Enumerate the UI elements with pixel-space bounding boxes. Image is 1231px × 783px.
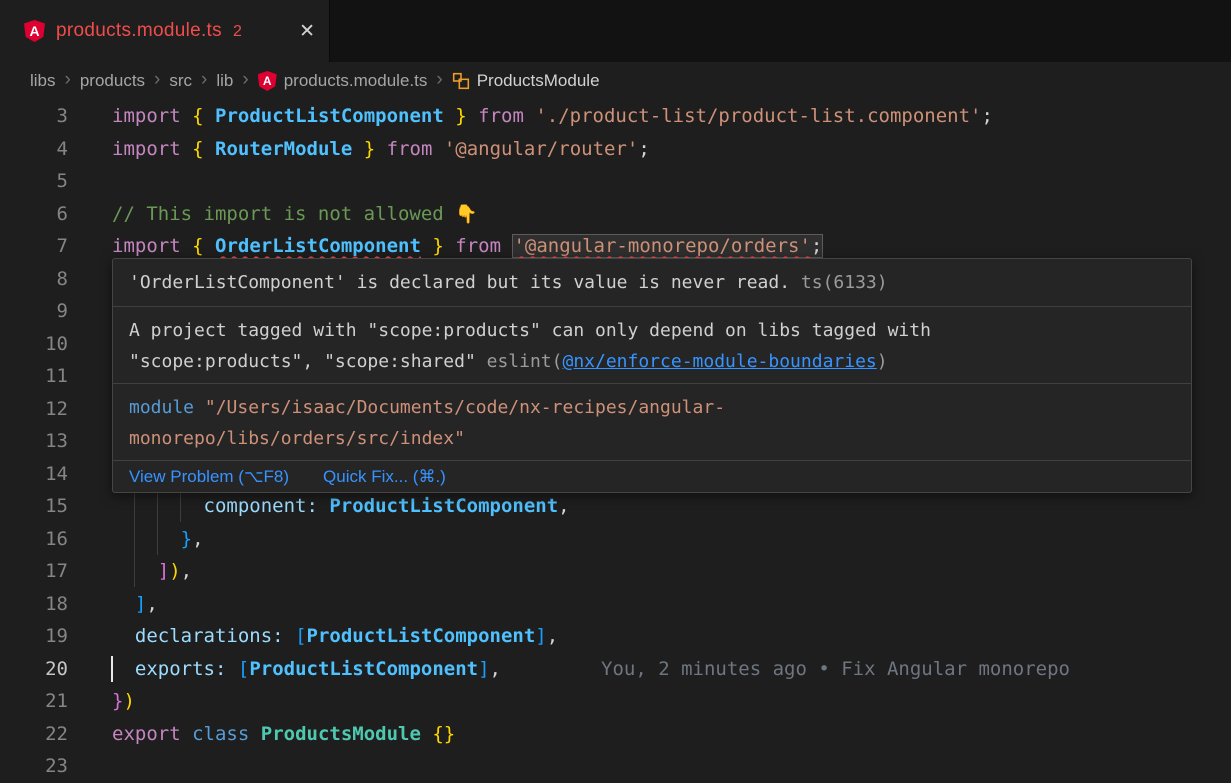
code-line-19: 19 declarations: [ProductListComponent],	[0, 620, 1231, 653]
hover-text: )	[877, 351, 888, 372]
code-text[interactable]: import { RouterModule } from '@angular/r…	[112, 133, 1231, 166]
code-line-16: 16 },	[0, 523, 1231, 556]
code-text[interactable]: import { ProductListComponent } from './…	[112, 100, 1231, 133]
angular-icon: A	[258, 71, 277, 91]
line-number: 5	[0, 165, 68, 198]
line-number: 14	[0, 458, 68, 491]
code-line-22: 22 export class ProductsModule {}	[0, 718, 1231, 751]
line-number: 22	[0, 718, 68, 751]
hover-row-eslint-diagnostic: A project tagged with "scope:products" c…	[113, 306, 1191, 383]
code-text[interactable]	[112, 750, 1231, 783]
angular-icon: A	[24, 20, 45, 42]
code-text[interactable]: declarations: [ProductListComponent],	[112, 620, 1231, 653]
class-symbol-icon	[452, 72, 470, 90]
line-number: 21	[0, 685, 68, 718]
code-line-20: 20 exports: [ProductListComponent],You, …	[0, 653, 1231, 686]
breadcrumb-label: products	[80, 71, 145, 91]
line-number: 12	[0, 393, 68, 426]
breadcrumb-separator: ›	[242, 69, 248, 91]
code-text[interactable]: },	[112, 523, 1231, 556]
line-number: 16	[0, 523, 68, 556]
breadcrumb-item-lib[interactable]: lib	[216, 71, 233, 91]
hover-action-quick-fix[interactable]: Quick Fix... (⌘.)	[323, 467, 446, 487]
breadcrumb-separator: ›	[154, 69, 160, 91]
code-text[interactable]	[112, 165, 1231, 198]
code-text[interactable]: exports: [ProductListComponent],You, 2 m…	[112, 653, 1231, 686]
breadcrumb-item-libs[interactable]: libs	[30, 71, 56, 91]
breadcrumb-separator: ›	[436, 69, 442, 91]
code-line-4: 4 import { RouterModule } from '@angular/…	[0, 133, 1231, 166]
line-number: 19	[0, 620, 68, 653]
code-text[interactable]: ],	[112, 588, 1231, 621]
breadcrumb-label: lib	[216, 71, 233, 91]
code-line-3: 3 import { ProductListComponent } from '.…	[0, 100, 1231, 133]
breadcrumb-item-products[interactable]: products	[80, 71, 145, 91]
hover-rows: 'OrderListComponent' is declared but its…	[113, 259, 1191, 460]
hover-text: ts(6133)	[801, 272, 888, 293]
indent-guide	[157, 490, 158, 555]
breadcrumb-label: src	[169, 71, 192, 91]
breadcrumb-label: libs	[30, 71, 56, 91]
code-line-18: 18 ],	[0, 588, 1231, 621]
code-text[interactable]: export class ProductsModule {}	[112, 718, 1231, 751]
code-text[interactable]: component: ProductListComponent,	[112, 490, 1231, 523]
code-line-21: 21})	[0, 685, 1231, 718]
hover-actions: View Problem (⌥F8) Quick Fix... (⌘.)	[113, 460, 1191, 492]
hover-text: eslint(	[487, 351, 563, 372]
code-text[interactable]: })	[112, 685, 1231, 718]
code-line-15: 15 component: ProductListComponent,	[0, 490, 1231, 523]
close-icon[interactable]: ✕	[299, 20, 315, 43]
tab-label: products.module.ts	[56, 20, 222, 42]
indent-guide	[180, 490, 181, 522]
breadcrumb-item-src[interactable]: src	[169, 71, 192, 91]
line-number: 13	[0, 425, 68, 458]
breadcrumb-label: products.module.ts	[284, 71, 428, 91]
line-number: 7	[0, 230, 68, 263]
hover-row-ts-diagnostic: 'OrderListComponent' is declared but its…	[113, 259, 1191, 306]
hover-popup: 'OrderListComponent' is declared but its…	[112, 258, 1192, 493]
code-text[interactable]: // This import is not allowed 👇	[112, 198, 1231, 231]
line-number: 6	[0, 198, 68, 231]
indent-guide	[134, 490, 135, 587]
line-number: 11	[0, 360, 68, 393]
editor: 3 import { ProductListComponent } from '.…	[0, 100, 1231, 783]
hover-action-view-problem[interactable]: View Problem (⌥F8)	[129, 467, 289, 487]
line-number: 4	[0, 133, 68, 166]
breadcrumb-item-productsmodule[interactable]: ProductsModule	[452, 71, 600, 91]
line-number: 3	[0, 100, 68, 133]
text-cursor	[111, 656, 113, 682]
line-number: 15	[0, 490, 68, 523]
hover-row-module-path: module "/Users/isaac/Documents/code/nx-r…	[113, 383, 1191, 460]
code-line-23: 23	[0, 750, 1231, 783]
breadcrumb-label: ProductsModule	[477, 71, 600, 91]
code-text[interactable]: ]),	[112, 555, 1231, 588]
line-number: 9	[0, 295, 68, 328]
code-line-5: 5	[0, 165, 1231, 198]
line-number: 8	[0, 263, 68, 296]
hover-text: 'OrderListComponent' is declared but its…	[129, 272, 801, 293]
line-number: 23	[0, 750, 68, 783]
breadcrumb-separator: ›	[201, 69, 207, 91]
hover-text: "/Users/isaac/Documents/code/nx-recipes/…	[129, 397, 725, 449]
breadcrumb-item-products-module-ts[interactable]: Aproducts.module.ts	[258, 71, 428, 91]
breadcrumb-separator: ›	[65, 69, 71, 91]
line-number: 10	[0, 328, 68, 361]
line-number: 18	[0, 588, 68, 621]
line-number: 17	[0, 555, 68, 588]
code-line-6: 6 // This import is not allowed 👇	[0, 198, 1231, 231]
code-line-17: 17 ]),	[0, 555, 1231, 588]
breadcrumb: libs › products › src › lib › Aproducts.module.t…	[0, 62, 1231, 100]
tab-products-module-ts[interactable]: A products.module.ts 2 ✕	[0, 0, 330, 62]
problems-count-badge: 2	[233, 23, 242, 41]
tab-bar: A products.module.ts 2 ✕	[0, 0, 1231, 62]
eslint-rule-link[interactable]: @nx/enforce-module-boundaries	[562, 351, 876, 372]
line-number: 20	[0, 653, 68, 686]
hover-text: module	[129, 397, 205, 418]
